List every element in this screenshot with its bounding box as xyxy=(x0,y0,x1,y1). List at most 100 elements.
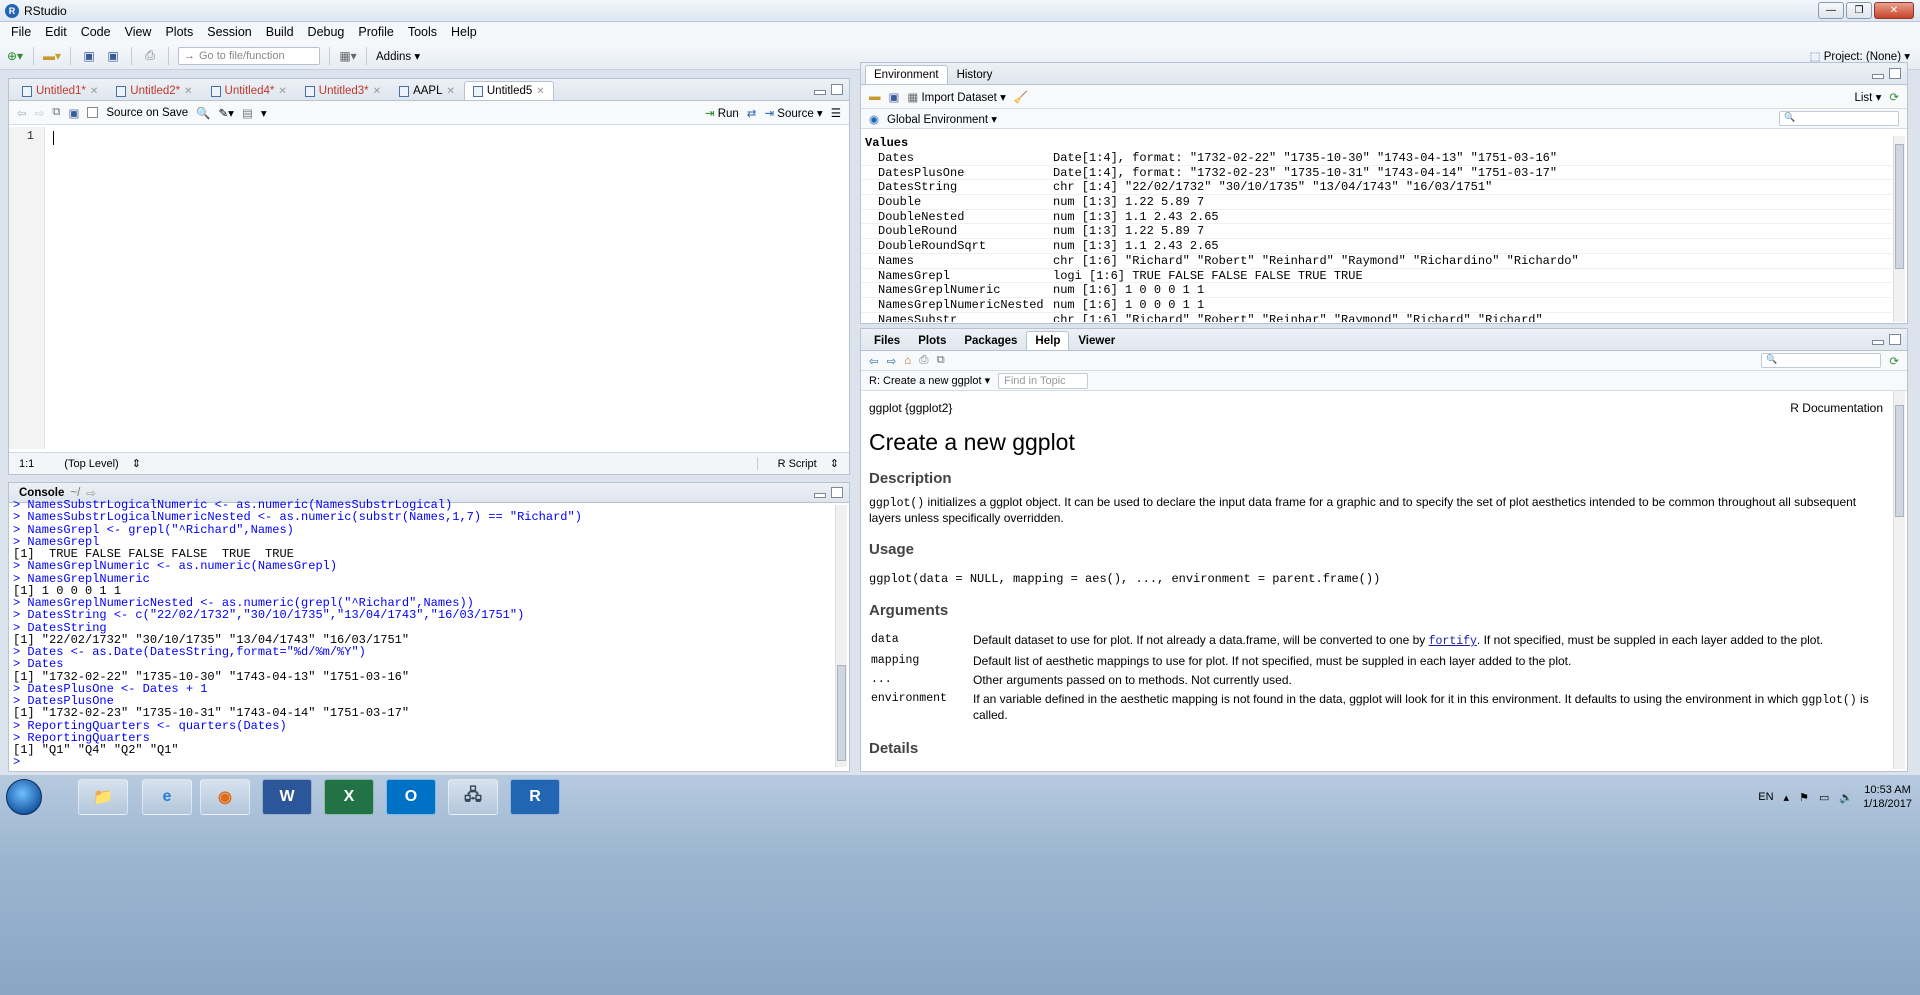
network-status-icon[interactable]: ▭ xyxy=(1819,791,1829,804)
environment-row[interactable]: Double num [1:3] 1.22 5.89 7 xyxy=(861,195,1893,210)
forward-arrow-icon[interactable]: ⇨ xyxy=(35,106,45,120)
environment-row[interactable]: NamesGreplNumericNested num [1:6] 1 0 0 0… xyxy=(861,298,1893,313)
project-menu[interactable]: ⬚ Project: (None) ▾ xyxy=(1810,49,1910,63)
environment-row[interactable]: DatesString chr [1:4] "22/02/1732" "30/10… xyxy=(861,180,1893,196)
addins-menu[interactable]: Addins ▾ xyxy=(376,49,420,63)
console-scrollbar[interactable] xyxy=(835,505,847,767)
menu-edit[interactable]: Edit xyxy=(38,25,74,39)
flag-icon[interactable]: ⚑ xyxy=(1799,791,1809,804)
environment-row[interactable]: DoubleRoundSqrt num [1:3] 1.1 2.43 2.65 xyxy=(861,239,1893,254)
close-tab-icon[interactable]: ✕ xyxy=(446,86,454,97)
tab-help[interactable]: Help xyxy=(1026,331,1070,350)
run-button[interactable]: ⇥ Run xyxy=(705,106,739,120)
find-icon[interactable]: 🔍 xyxy=(196,106,210,120)
maximize-pane-icon[interactable] xyxy=(831,84,843,95)
firefox-icon[interactable]: ◉ xyxy=(200,779,250,815)
outlook-icon[interactable]: O xyxy=(386,779,436,815)
home-icon[interactable]: ⌂ xyxy=(904,355,911,367)
back-arrow-icon[interactable]: ⇦ xyxy=(17,106,27,120)
tab-environment[interactable]: Environment xyxy=(865,65,948,84)
show-in-window-icon[interactable]: ⧉ xyxy=(52,106,60,119)
rerun-icon[interactable]: ⇄ xyxy=(747,106,757,120)
save-icon[interactable]: ▣ xyxy=(80,48,98,64)
word-icon[interactable]: W xyxy=(262,779,312,815)
fortify-link[interactable]: fortify xyxy=(1429,635,1477,648)
editor-tab[interactable]: AAPL ✕ xyxy=(390,81,464,100)
menu-plots[interactable]: Plots xyxy=(158,25,200,39)
scrollbar-thumb[interactable] xyxy=(837,665,846,761)
restore-button[interactable]: ❐ xyxy=(1846,2,1872,19)
outline-icon[interactable]: ☰ xyxy=(831,106,849,120)
menu-build[interactable]: Build xyxy=(259,25,301,39)
environment-scrollbar[interactable] xyxy=(1893,136,1905,322)
more-menu-icon[interactable]: ▾ xyxy=(261,106,267,120)
maximize-pane-icon[interactable] xyxy=(1889,68,1901,79)
environment-search-input[interactable]: 🔍 xyxy=(1779,111,1899,126)
list-view-selector[interactable]: List ▾ xyxy=(1854,90,1881,104)
code-area[interactable] xyxy=(47,127,849,452)
start-button[interactable] xyxy=(6,779,42,815)
menu-tools[interactable]: Tools xyxy=(401,25,444,39)
environment-row[interactable]: NamesSubstr chr [1:6] "Richard" "Robert" … xyxy=(861,313,1893,322)
source-button[interactable]: ⇥ Source ▾ xyxy=(764,106,822,120)
go-to-directory-icon[interactable]: ⇨ xyxy=(86,486,96,500)
minimize-pane-icon[interactable] xyxy=(814,90,826,95)
tab-history[interactable]: History xyxy=(948,65,1002,84)
environment-row[interactable]: DatesPlusOne Date[1:4], format: "1732-02-… xyxy=(861,166,1893,181)
minimize-pane-icon[interactable] xyxy=(1872,340,1884,345)
close-button[interactable]: ✕ xyxy=(1874,2,1914,19)
menu-session[interactable]: Session xyxy=(200,25,258,39)
network-icon[interactable]: 🖧 xyxy=(448,779,498,815)
environment-row[interactable]: DoubleRound num [1:3] 1.22 5.89 7 xyxy=(861,224,1893,240)
save-workspace-icon[interactable]: ▣ xyxy=(889,90,900,104)
close-tab-icon[interactable]: ✕ xyxy=(536,86,544,97)
back-arrow-icon[interactable]: ⇦ xyxy=(869,354,879,368)
tab-packages[interactable]: Packages xyxy=(955,331,1026,350)
forward-arrow-icon[interactable]: ⇨ xyxy=(887,354,897,368)
close-tab-icon[interactable]: ✕ xyxy=(278,86,286,97)
explorer-icon[interactable]: 📁 xyxy=(78,779,128,815)
environment-row[interactable]: NamesGrepl logi [1:6] TRUE FALSE FALSE FA… xyxy=(861,269,1893,284)
tab-viewer[interactable]: Viewer xyxy=(1069,331,1124,350)
help-scrollbar[interactable] xyxy=(1893,391,1905,769)
scrollbar-thumb[interactable] xyxy=(1895,144,1904,269)
global-environment-selector[interactable]: Global Environment ▾ xyxy=(887,112,997,126)
menu-debug[interactable]: Debug xyxy=(301,25,352,39)
minimize-pane-icon[interactable] xyxy=(814,493,826,498)
grid-layout-icon[interactable]: ▦▾ xyxy=(339,48,357,64)
rstudio-taskbar-icon[interactable]: R xyxy=(510,779,560,815)
menu-code[interactable]: Code xyxy=(74,25,118,39)
menu-help[interactable]: Help xyxy=(444,25,484,39)
tab-plots[interactable]: Plots xyxy=(909,331,955,350)
save-all-icon[interactable]: ▣ xyxy=(104,48,122,64)
go-to-file-input[interactable]: Go to file/function xyxy=(178,46,320,65)
import-dataset-button[interactable]: ▦ Import Dataset ▾ xyxy=(907,90,1005,104)
editor-tab[interactable]: Untitled2* ✕ xyxy=(107,81,201,100)
source-on-save-checkbox[interactable] xyxy=(87,107,99,118)
clear-workspace-icon[interactable]: 🧹 xyxy=(1014,90,1028,104)
help-search-input[interactable]: 🔍 xyxy=(1761,353,1882,368)
editor-tab[interactable]: Untitled5 ✕ xyxy=(463,81,554,100)
internet-explorer-icon[interactable]: e xyxy=(142,779,192,815)
menu-view[interactable]: View xyxy=(118,25,159,39)
scope-selector[interactable]: (Top Level) ⇕ xyxy=(44,457,151,470)
minimize-button[interactable]: — xyxy=(1818,2,1844,19)
show-in-window-icon[interactable]: ⧉ xyxy=(936,354,944,367)
minimize-pane-icon[interactable] xyxy=(1872,74,1884,79)
excel-icon[interactable]: X xyxy=(324,779,374,815)
code-tools-icon[interactable]: ✎▾ xyxy=(219,106,234,120)
editor-tab[interactable]: Untitled4* ✕ xyxy=(202,81,296,100)
volume-icon[interactable]: 🔊 xyxy=(1839,791,1853,804)
load-workspace-icon[interactable]: ▬ xyxy=(869,91,881,103)
environment-row[interactable]: DoubleNested num [1:3] 1.1 2.43 2.65 xyxy=(861,210,1893,225)
save-icon[interactable]: ▣ xyxy=(69,106,80,120)
language-indicator[interactable]: EN xyxy=(1758,791,1773,803)
print-icon[interactable]: ⎙ xyxy=(141,48,159,64)
tab-files[interactable]: Files xyxy=(865,331,909,350)
refresh-icon[interactable]: ⟳ xyxy=(1889,354,1907,368)
file-type-selector[interactable]: R Script ⇕ xyxy=(756,457,849,470)
open-folder-icon[interactable]: ▬▾ xyxy=(43,48,61,64)
menu-file[interactable]: File xyxy=(4,25,38,39)
topic-history-selector[interactable]: R: Create a new ggplot ▾ xyxy=(869,374,990,387)
console-output[interactable]: > NamesSubstrLogicalNumeric <- as.numeri… xyxy=(13,499,833,769)
